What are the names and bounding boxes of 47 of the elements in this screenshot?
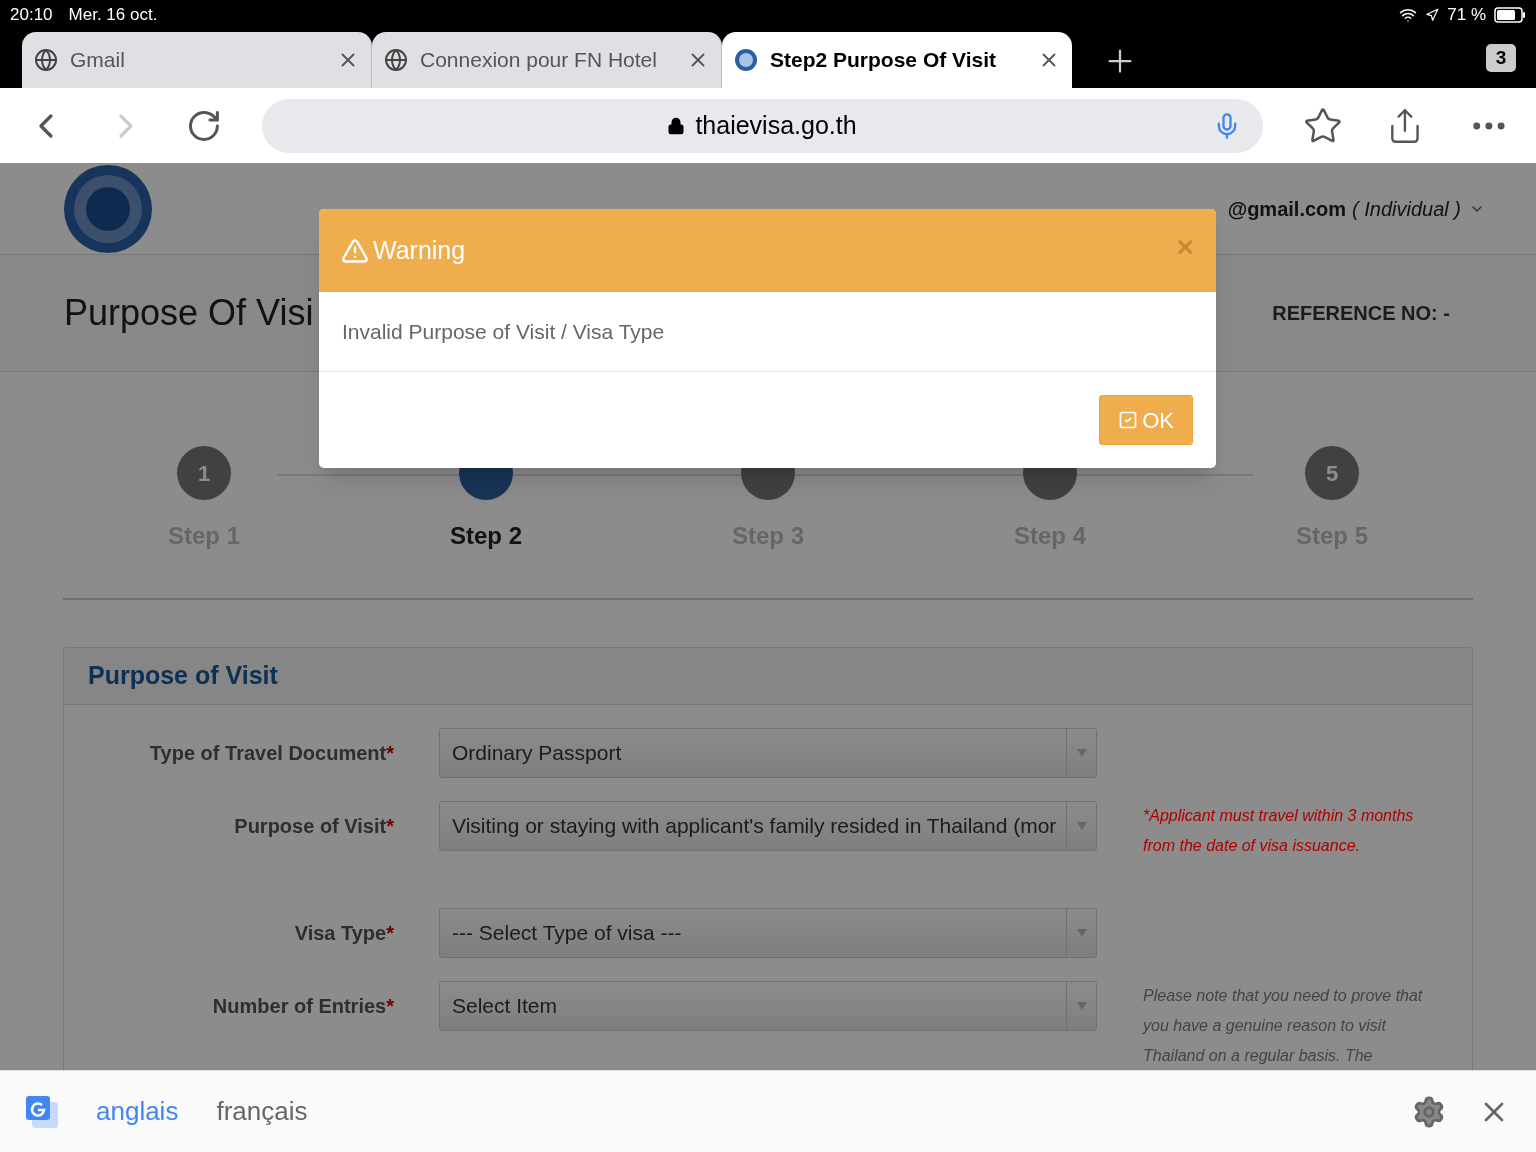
dropdown-arrow-icon — [1076, 929, 1087, 937]
select-field[interactable]: --- Select Type of visa --- — [439, 908, 1097, 958]
panel-title: Purpose of Visit — [88, 660, 278, 692]
wifi-icon — [1399, 6, 1418, 24]
browser-tab[interactable]: Gmail — [22, 32, 372, 88]
battery-level: 71 % — [1447, 4, 1486, 27]
seal-icon — [734, 48, 758, 72]
dialog-message: Invalid Purpose of Visit / Visa Type — [342, 318, 665, 345]
field-label: Purpose of Visit* — [234, 814, 394, 839]
tab-title: Gmail — [70, 47, 125, 74]
browser-tab[interactable]: Step2 Purpose Of Visit — [722, 32, 1072, 88]
translate-icon[interactable] — [26, 1095, 58, 1128]
status-date: Mer. 16 oct. — [68, 4, 158, 27]
tab-count[interactable]: 3 — [1486, 44, 1516, 72]
dropdown-arrow-icon — [1076, 749, 1087, 757]
warning-icon — [341, 236, 369, 265]
globe-icon — [384, 48, 408, 72]
address-bar[interactable]: thaievisa.go.th — [261, 98, 1263, 153]
lock-icon — [667, 116, 686, 135]
account-type: ( Individual ) — [1352, 196, 1461, 222]
field-note: *Applicant must travel within 3 months from the date of visa issuance. — [1143, 806, 1415, 856]
status-time: 20:10 — [10, 4, 53, 27]
browser-tab[interactable]: Connexion pour FN Hotel — [372, 32, 722, 88]
select-field[interactable]: Visiting or staying with applicant's family resided in Thailand (mor — [439, 801, 1097, 851]
language-option[interactable]: français — [216, 1092, 308, 1131]
page-title: Purpose Of Visi — [64, 291, 314, 335]
location-icon — [1425, 8, 1440, 22]
tab-title: Connexion pour FN Hotel — [420, 47, 657, 74]
dropdown-arrow-icon — [1076, 1002, 1087, 1010]
field-label: Visa Type* — [294, 921, 394, 946]
url-text: thaievisa.go.th — [695, 109, 857, 141]
dialog-title: Warning — [373, 234, 466, 266]
step-label: Step 2 — [450, 521, 522, 551]
field-note: Please note that you need to prove that you have a genuine reason to visit Thailand on a regular basis. The — [1143, 986, 1424, 1066]
battery-icon — [1494, 7, 1526, 23]
tab-title: Step2 Purpose Of Visit — [770, 47, 996, 74]
field-label: Number of Entries* — [212, 994, 394, 1019]
reference-number: REFERENCE NO: - — [1272, 301, 1450, 326]
settings-icon[interactable] — [1412, 1094, 1446, 1129]
select-field[interactable]: Select Item — [439, 981, 1097, 1031]
user-email: @gmail.com — [1227, 196, 1347, 222]
check-icon — [1118, 410, 1139, 430]
field-label: Type of Travel Document* — [149, 741, 394, 766]
language-option[interactable]: anglais — [96, 1092, 179, 1131]
globe-icon — [34, 48, 58, 72]
select-field[interactable]: Ordinary Passport — [439, 728, 1097, 778]
dropdown-arrow-icon — [1076, 822, 1087, 830]
